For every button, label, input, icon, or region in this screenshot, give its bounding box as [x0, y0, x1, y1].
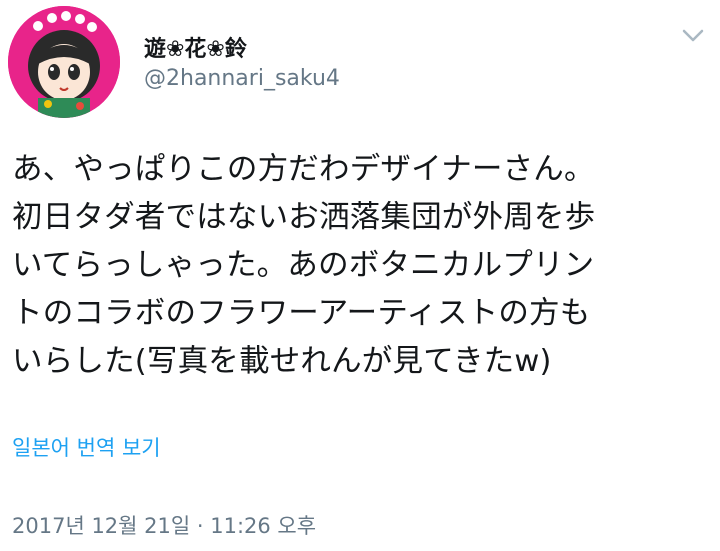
tweet-menu-button[interactable] [680, 26, 706, 46]
avatar[interactable] [8, 6, 120, 118]
chevron-down-icon [682, 29, 704, 42]
user-handle[interactable]: @2hannari_saku4 [144, 66, 340, 91]
avatar-illustration-icon [8, 6, 120, 118]
display-name[interactable]: 遊❀花❀鈴 [144, 31, 247, 63]
tweet-timestamp[interactable]: 2017년 12월 21일 · 11:26 오후 [12, 510, 316, 540]
tweet-text: あ、やっぱりこの方だわデザイナーさん。 初日タダ者ではないお洒落集団が外周を歩 … [12, 152, 596, 379]
translate-link[interactable]: 일본어 번역 보기 [12, 432, 161, 462]
